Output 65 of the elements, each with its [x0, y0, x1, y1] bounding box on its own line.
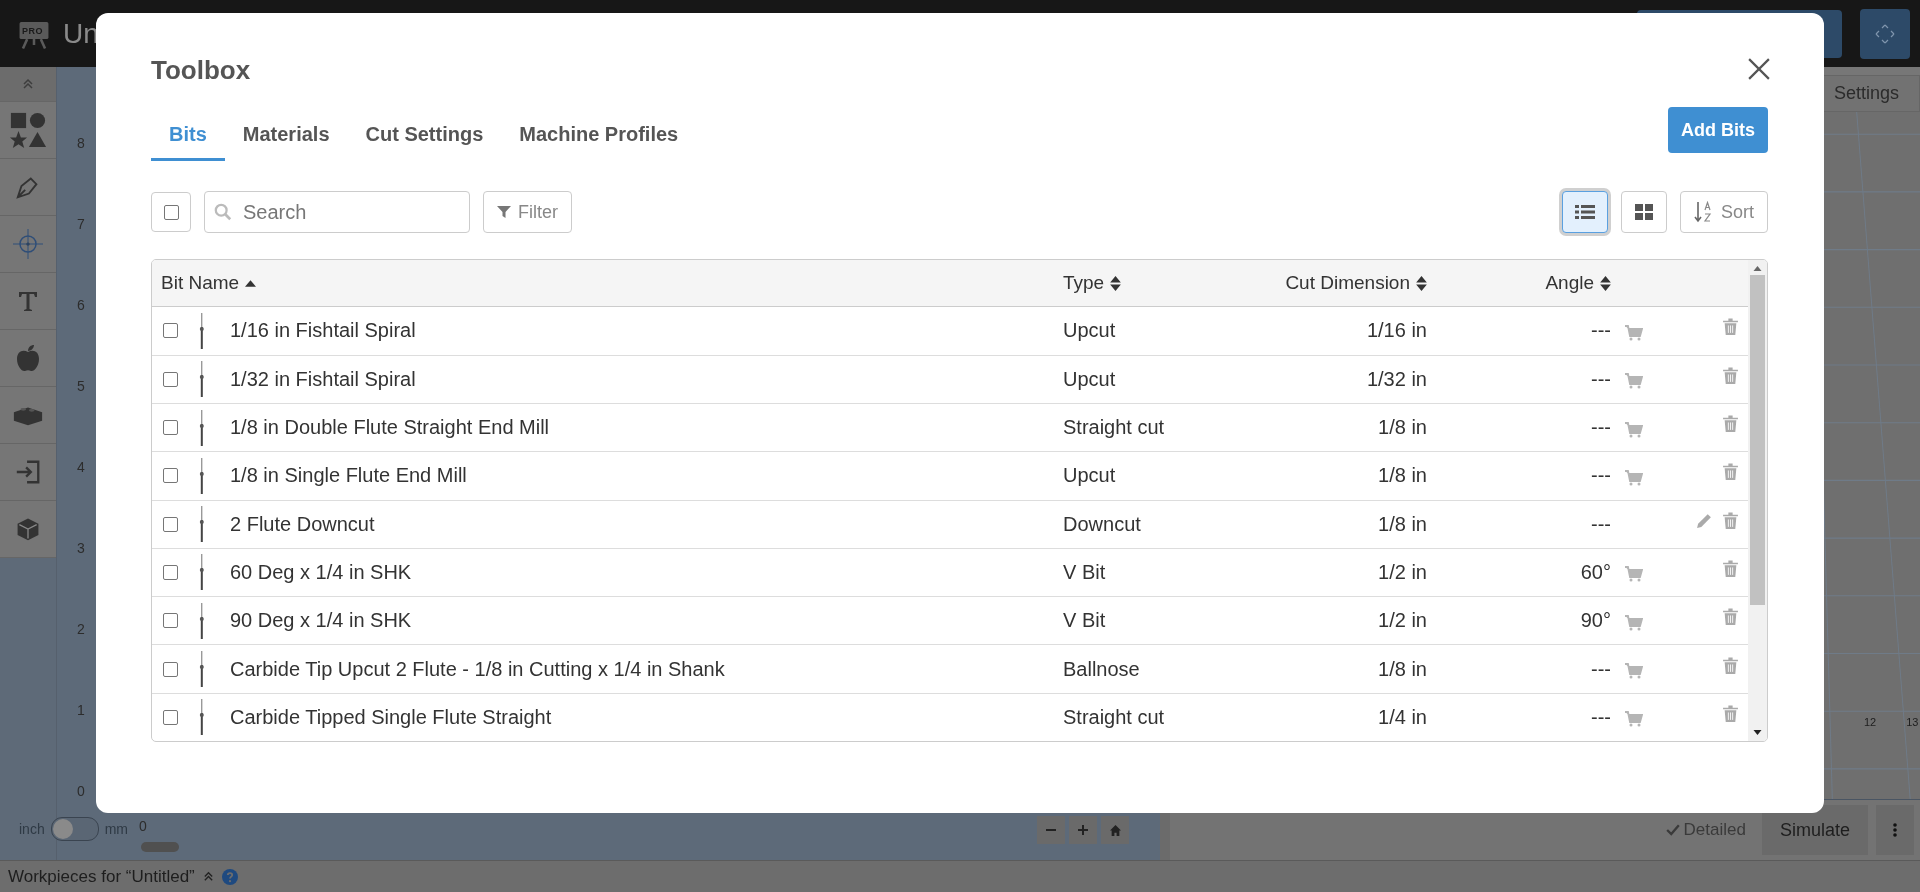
table-cell-text: ---	[1590, 512, 1611, 536]
tab[interactable]: Machine Profiles	[501, 113, 697, 161]
column-header[interactable]: Type	[1063, 260, 1173, 307]
bit-name: 1/8 in Single Flute End Mill	[229, 464, 468, 488]
table-cell-text: 1/16 in	[1365, 319, 1427, 343]
table-cell-text: 90°	[1579, 609, 1611, 633]
table-cell-text: Upcut	[1063, 464, 1117, 488]
ruler-number: 5	[77, 377, 85, 396]
detailed-toggle[interactable]: Detailed	[1665, 820, 1746, 840]
bit-name: 60 Deg x 1/4 in SHK	[229, 560, 413, 584]
tab[interactable]: Bits	[151, 113, 225, 161]
table-cell-text: 1/2 in	[1377, 560, 1427, 584]
ruler-number: 3	[77, 539, 85, 558]
ruler-number: 6	[77, 296, 85, 315]
table-cell-text: Straight cut	[1063, 416, 1166, 440]
table-cell-text: V Bit	[1063, 609, 1107, 633]
tab[interactable]: Materials	[224, 113, 348, 161]
table-cell-text: 1/8 in	[1377, 464, 1427, 488]
ruler-number: 2	[77, 620, 85, 639]
ruler-number: 8	[77, 134, 85, 153]
ruler-number: 7	[77, 215, 85, 234]
table-cell-text: 60°	[1579, 560, 1611, 584]
table-cell-text: Upcut	[1063, 367, 1117, 391]
ruler-number: 1	[77, 701, 85, 720]
search-field[interactable]: Search	[204, 191, 470, 233]
workpieces-label[interactable]: Workpieces for “Untitled”	[8, 866, 195, 887]
table-cell-text: Straight cut	[1063, 705, 1166, 729]
bit-name: 90 Deg x 1/4 in SHK	[229, 609, 413, 633]
table-cell-text: 1/8 in	[1377, 657, 1427, 681]
table-cell-text: Downcut	[1063, 512, 1142, 536]
table-cell-text: Upcut	[1063, 319, 1117, 343]
table-cell-text: 1/8 in	[1377, 416, 1427, 440]
bit-name: 1/8 in Double Flute Straight End Mill	[229, 416, 551, 440]
table-cell-text: 1/8 in	[1377, 512, 1427, 536]
bit-name: 1/32 in Fishtail Spiral	[229, 367, 417, 391]
table-cell-text: 1/4 in	[1377, 705, 1427, 729]
column-header[interactable]: Bit Name	[152, 260, 1063, 307]
bit-name: Carbide Tipped Single Flute Straight	[229, 705, 553, 729]
table-cell-text: ---	[1590, 416, 1611, 440]
ruler-number: 0	[77, 782, 85, 801]
table-cell-text: ---	[1590, 367, 1611, 391]
table-cell-text: 1/2 in	[1377, 609, 1427, 633]
table-cell-text: ---	[1590, 464, 1611, 488]
sort-button[interactable]: Sort	[1680, 191, 1768, 233]
column-header[interactable]: Cut Dimension	[1173, 260, 1427, 307]
table-cell-text: ---	[1590, 319, 1611, 343]
filter-button[interactable]: Filter	[483, 191, 572, 233]
bit-name: 2 Flute Downcut	[229, 512, 376, 536]
ruler-number: 0	[139, 818, 147, 834]
table-cell-text: ---	[1590, 657, 1611, 681]
pro-label: PRO	[22, 26, 43, 36]
column-header[interactable]: Angle	[1427, 260, 1611, 307]
simulate-button[interactable]: Simulate	[1761, 805, 1868, 855]
table-cell-text: V Bit	[1063, 560, 1107, 584]
tab[interactable]: Cut Settings	[347, 113, 502, 161]
table-cell-text: Ballnose	[1063, 657, 1141, 681]
dialog-title: Toolbox	[151, 54, 251, 86]
axis-tick-label: 13	[1906, 716, 1919, 728]
table-cell-text: 1/32 in	[1365, 367, 1427, 391]
table-cell-text: ---	[1590, 705, 1611, 729]
bit-name: 1/16 in Fishtail Spiral	[229, 319, 417, 343]
ruler-number: 4	[77, 458, 85, 477]
bit-name: Carbide Tip Upcut 2 Flute - 1/8 in Cutting x 1/4 in Shank	[229, 657, 726, 681]
add-bits-button[interactable]: Add Bits	[1668, 107, 1768, 153]
axis-tick-label: 12	[1864, 716, 1877, 728]
